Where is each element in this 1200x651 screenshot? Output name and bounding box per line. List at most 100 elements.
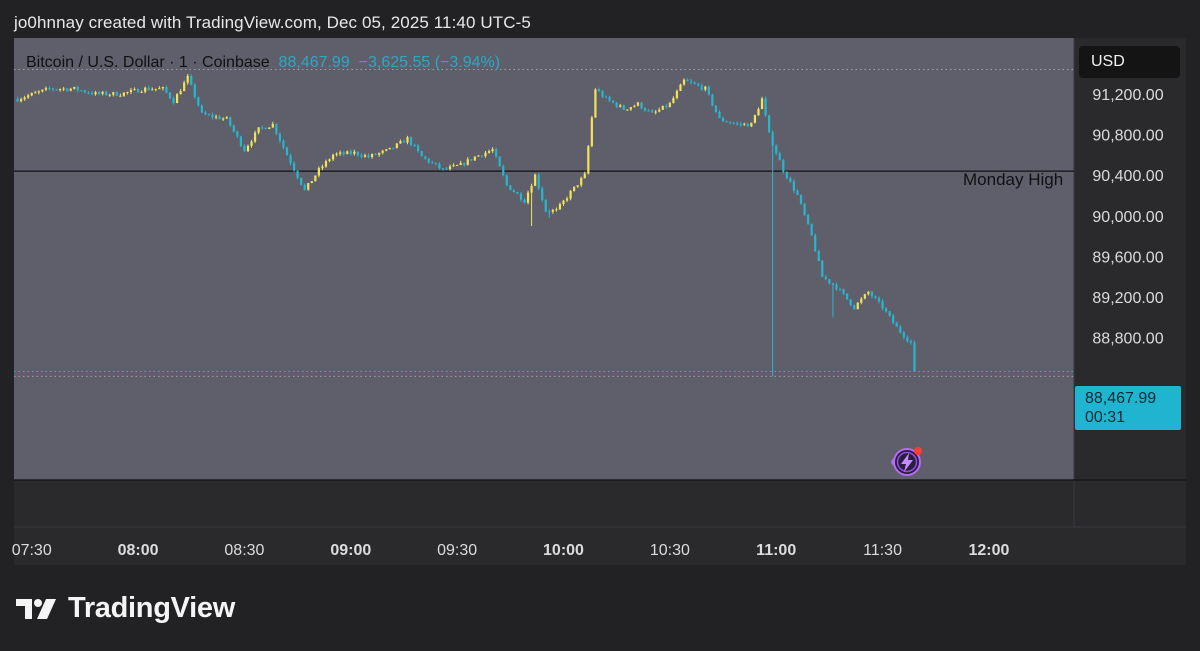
candle-body	[544, 200, 547, 212]
legend-last-price: 88,467.99	[278, 54, 350, 71]
currency-button[interactable]: USD	[1079, 46, 1180, 78]
candle-body	[573, 186, 576, 192]
candle-body	[771, 132, 774, 146]
candle-body	[899, 326, 902, 333]
candle-body	[101, 91, 104, 94]
candle-body	[814, 235, 817, 252]
candle-body	[874, 296, 877, 299]
candle-body	[838, 289, 842, 291]
lightning-alert-icon[interactable]	[885, 444, 929, 480]
candle-body	[374, 153, 377, 155]
candle-body	[314, 175, 317, 182]
bar-countdown: 00:31	[1085, 409, 1126, 426]
candle-body	[349, 151, 352, 154]
candle-body	[229, 117, 232, 126]
candle-body	[913, 342, 916, 372]
candle-body	[502, 166, 505, 176]
candle-body	[807, 214, 810, 224]
candle-body	[292, 163, 296, 171]
candle-body	[66, 88, 69, 91]
candle-body	[94, 92, 97, 95]
candle-body	[108, 94, 111, 96]
candle-body	[55, 89, 58, 91]
candle-body	[27, 95, 30, 98]
candle-body	[214, 116, 218, 118]
candle-body	[626, 109, 629, 111]
candle-body	[665, 105, 668, 107]
candle-body	[278, 133, 281, 141]
candle-body	[636, 102, 640, 106]
x-tick-label: 09:30	[437, 542, 477, 559]
candle-body	[271, 123, 274, 128]
candle-body	[331, 154, 335, 160]
candle-body	[778, 153, 781, 161]
candle-body	[431, 162, 434, 164]
candle-body	[509, 185, 512, 191]
candle-body	[512, 190, 515, 193]
candle-body	[590, 117, 593, 147]
candle-body	[339, 152, 342, 154]
candle-body	[392, 147, 395, 149]
candle-body	[200, 105, 203, 113]
price-chart[interactable]: 88,000.0088,800.0089,200.0089,600.0090,0…	[0, 0, 1200, 651]
candle-body	[385, 149, 388, 151]
candle-body	[799, 194, 803, 204]
candle-body	[388, 147, 391, 150]
candle-body	[41, 89, 44, 92]
y-tick-label: 89,600.00	[1092, 249, 1163, 266]
candle-body	[225, 117, 228, 119]
y-tick-label: 90,400.00	[1092, 168, 1163, 185]
candle-body	[736, 123, 739, 125]
candle-body	[285, 147, 289, 156]
candle-body	[690, 81, 693, 83]
candle-body	[594, 89, 597, 118]
candle-body	[289, 155, 292, 164]
candle-body	[420, 151, 423, 157]
x-tick-label: 12:00	[968, 542, 1009, 559]
candle-body	[764, 98, 767, 116]
candle-body	[647, 110, 650, 112]
x-tick-label: 10:00	[543, 542, 584, 559]
candle-body	[796, 190, 799, 195]
candle-body	[175, 94, 179, 104]
candle-body	[473, 156, 476, 161]
candle-body	[80, 90, 83, 92]
tradingview-wordmark: TradingView	[68, 592, 235, 624]
candle-body	[537, 174, 540, 189]
candle-body	[158, 88, 161, 90]
candle-body	[526, 192, 530, 203]
candle-body	[452, 165, 455, 167]
candle-body	[424, 156, 427, 159]
candle-body	[686, 79, 689, 82]
candle-body	[324, 161, 328, 167]
price-pane	[14, 38, 1074, 480]
candle-body	[516, 192, 519, 194]
candle-body	[37, 91, 40, 93]
candle-body	[321, 166, 324, 169]
candle-body	[558, 204, 562, 210]
candle-body	[356, 151, 359, 156]
candle-body	[551, 209, 554, 212]
candle-body	[534, 174, 537, 186]
candle-body	[183, 82, 186, 92]
candle-body	[147, 87, 150, 91]
candle-body	[463, 162, 466, 165]
candle-body	[725, 121, 728, 123]
candle-body	[750, 122, 753, 127]
candle-body	[466, 159, 469, 165]
candle-body	[112, 92, 115, 95]
candle-body	[140, 91, 143, 93]
candle-body	[870, 291, 874, 297]
candle-body	[90, 92, 94, 95]
candle-body	[76, 86, 79, 91]
candle-body	[204, 112, 207, 115]
candle-body	[161, 86, 164, 89]
candle-body	[495, 149, 498, 157]
candle-body	[615, 102, 618, 107]
candle-body	[310, 181, 313, 184]
candle-body	[867, 291, 870, 295]
candle-body	[661, 105, 664, 110]
candle-body	[856, 302, 859, 310]
candle-body	[548, 211, 551, 213]
candle-body	[16, 98, 19, 102]
